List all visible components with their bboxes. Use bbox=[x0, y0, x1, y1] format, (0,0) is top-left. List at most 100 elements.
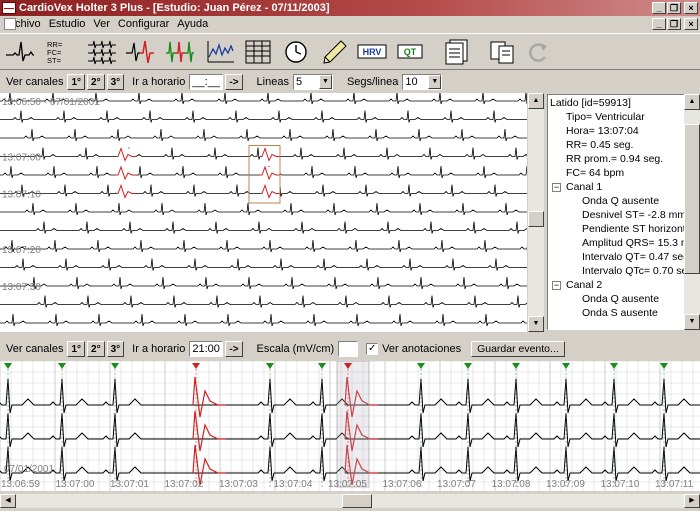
child-minimize-button[interactable]: _ bbox=[652, 18, 666, 30]
lines-label: Lineas bbox=[256, 76, 289, 88]
tree-canal1-item[interactable]: Amplitud QRS= 15.3 mm bbox=[582, 236, 684, 250]
normal-beat-marker[interactable] bbox=[464, 363, 472, 369]
canal2-collapse-icon[interactable]: − bbox=[552, 281, 561, 290]
pencil-tool[interactable] bbox=[316, 36, 352, 68]
selected-beat-highlight[interactable] bbox=[336, 361, 370, 488]
scale-field[interactable] bbox=[338, 341, 359, 357]
beat-details-tree[interactable]: Latido [id=59913] Tipo= Ventricular Hora… bbox=[547, 94, 685, 330]
tree-root[interactable]: Latido [id=59913] bbox=[550, 96, 631, 110]
scroll-right-icon[interactable]: ▶ bbox=[684, 494, 700, 508]
tree-canal-1[interactable]: Canal 1 bbox=[566, 180, 602, 194]
trend-chart-tool[interactable] bbox=[202, 36, 238, 68]
detail-time-tick: 13:07:05 bbox=[328, 479, 367, 490]
detail-hscroll[interactable]: ◀ ▶ bbox=[0, 494, 700, 508]
report-icon bbox=[445, 39, 468, 65]
normal-beat-marker[interactable] bbox=[111, 363, 119, 369]
tree-canal1-item[interactable]: Pendiente ST horizontal bbox=[582, 222, 684, 236]
bottom-goto-field[interactable]: 21:00 bbox=[189, 341, 224, 357]
overview-ecg-strip[interactable]: 13:06:50 - 07/01/2001 13:07:00 13:07:10 13:… bbox=[0, 93, 527, 332]
qt-tool[interactable]: QT bbox=[392, 36, 428, 68]
detail-ecg-strip[interactable]: 07/01/2001 13:06:59 13:07:00 13:07:01 13:07:… bbox=[0, 361, 700, 491]
canal1-collapse-icon[interactable]: − bbox=[552, 183, 561, 192]
top-goto-label: Ir a horario bbox=[132, 76, 186, 88]
annotations-checkbox[interactable]: ✓ bbox=[366, 343, 379, 355]
tree-scroll-down-icon[interactable]: ▼ bbox=[684, 314, 700, 330]
top-channel-3-button[interactable]: 3° bbox=[106, 74, 125, 90]
clock-tool[interactable] bbox=[278, 36, 314, 68]
menu-ver[interactable]: Ver bbox=[89, 18, 114, 30]
rr-fc-st-icon: RR= FC= ST= bbox=[47, 40, 63, 65]
tree-item-rr-avg[interactable]: RR prom.= 0.94 seg. bbox=[566, 152, 663, 166]
overview-scroll-thumb[interactable] bbox=[528, 211, 544, 227]
tree-canal1-item[interactable]: Intervalo QTc= 0.70 seg. bbox=[582, 264, 684, 278]
normal-beat-marker[interactable] bbox=[562, 363, 570, 369]
secs-select[interactable]: 10 ▼ bbox=[402, 74, 443, 90]
tree-scroll-up-icon[interactable]: ▲ bbox=[684, 94, 700, 110]
bottom-channel-3-button[interactable]: 3° bbox=[106, 341, 125, 357]
multi-arrhythmia-tool[interactable] bbox=[162, 36, 198, 68]
grid-table-tool[interactable] bbox=[240, 36, 276, 68]
hrv-tool[interactable]: HRV bbox=[354, 36, 390, 68]
menu-configurar[interactable]: Configurar bbox=[114, 18, 173, 30]
normal-beat-marker[interactable] bbox=[318, 363, 326, 369]
tree-canal1-item[interactable]: Onda Q ausente bbox=[582, 194, 659, 208]
secs-dropdown-icon[interactable]: ▼ bbox=[428, 75, 442, 89]
toolbar: RR= FC= ST= HRV QT bbox=[0, 33, 700, 70]
bottom-channel-1-button[interactable]: 1° bbox=[67, 341, 86, 357]
ventricular-beat-marker[interactable] bbox=[192, 363, 200, 369]
scroll-down-icon[interactable]: ▼ bbox=[528, 316, 544, 332]
menu-ayuda[interactable]: Ayuda bbox=[173, 18, 212, 30]
top-channel-2-button[interactable]: 2° bbox=[87, 74, 105, 90]
refresh-tool[interactable] bbox=[520, 36, 556, 68]
title-bar[interactable]: CardioVex Holter 3 Plus - [Estudio: Juan… bbox=[0, 0, 700, 16]
normal-beat-marker[interactable] bbox=[660, 363, 668, 369]
close-button[interactable]: × bbox=[684, 2, 698, 14]
minimize-button[interactable]: _ bbox=[652, 2, 666, 14]
menu-estudio[interactable]: Estudio bbox=[45, 18, 90, 30]
pencil-icon bbox=[323, 40, 347, 64]
tree-scroll-thumb[interactable] bbox=[684, 124, 700, 274]
top-goto-field[interactable]: __:__ bbox=[189, 74, 224, 90]
lines-select[interactable]: 5 ▼ bbox=[292, 74, 333, 90]
overview-ecg-row bbox=[0, 258, 527, 271]
window-title: CardioVex Holter 3 Plus - [Estudio: Juan… bbox=[19, 2, 330, 14]
tree-canal2-item[interactable]: Onda Q ausente bbox=[582, 292, 659, 306]
tree-item-time[interactable]: Hora= 13:07:04 bbox=[566, 124, 639, 138]
tree-canal1-item[interactable]: Desnivel ST= -2.8 mm bbox=[582, 208, 684, 222]
lines-value: 5 bbox=[295, 76, 303, 88]
document-icon[interactable] bbox=[4, 18, 16, 30]
normal-beat-marker[interactable] bbox=[266, 363, 274, 369]
report-tool[interactable] bbox=[438, 36, 474, 68]
save-event-button[interactable]: Guardar evento... bbox=[471, 341, 565, 357]
overview-ecg-row bbox=[0, 110, 527, 123]
normal-beat-marker[interactable] bbox=[512, 363, 520, 369]
detail-scroll-thumb[interactable] bbox=[342, 494, 372, 508]
tree-canal-2[interactable]: Canal 2 bbox=[566, 278, 602, 292]
detail-time-tick: 13:07:00 bbox=[56, 479, 95, 490]
top-channel-1-button[interactable]: 1° bbox=[67, 74, 86, 90]
tree-canal1-item[interactable]: Intervalo QT= 0.47 seg. bbox=[582, 250, 684, 264]
normal-beat-marker[interactable] bbox=[58, 363, 66, 369]
scroll-up-icon[interactable]: ▲ bbox=[528, 93, 544, 109]
tree-item-type[interactable]: Tipo= Ventricular bbox=[566, 110, 645, 124]
normal-beat-marker[interactable] bbox=[417, 363, 425, 369]
ecg-beat-tool[interactable] bbox=[2, 36, 38, 68]
tree-canal2-item[interactable]: Onda S ausente bbox=[582, 306, 658, 320]
multi-lead-tool[interactable] bbox=[84, 36, 120, 68]
tree-item-hr[interactable]: FC= 64 bpm bbox=[566, 166, 624, 180]
normal-beat-marker[interactable] bbox=[610, 363, 618, 369]
scroll-left-icon[interactable]: ◀ bbox=[0, 494, 16, 508]
arrhythmia-tool[interactable] bbox=[122, 36, 158, 68]
restore-button[interactable]: ❐ bbox=[667, 2, 681, 14]
lines-dropdown-icon[interactable]: ▼ bbox=[318, 75, 332, 89]
overview-vscroll[interactable]: ▲ ▼ bbox=[528, 93, 544, 332]
child-restore-button[interactable]: ❐ bbox=[667, 18, 681, 30]
bottom-channel-2-button[interactable]: 2° bbox=[87, 341, 105, 357]
tree-item-rr[interactable]: RR= 0.45 seg. bbox=[566, 138, 633, 152]
rr-fc-st-tool[interactable]: RR= FC= ST= bbox=[40, 36, 76, 68]
top-go-button[interactable]: -> bbox=[225, 74, 243, 90]
bottom-go-button[interactable]: -> bbox=[225, 341, 243, 357]
child-close-button[interactable]: × bbox=[684, 18, 698, 30]
copy-tool[interactable] bbox=[484, 36, 520, 68]
tree-vscroll[interactable]: ▲ ▼ bbox=[684, 94, 700, 330]
